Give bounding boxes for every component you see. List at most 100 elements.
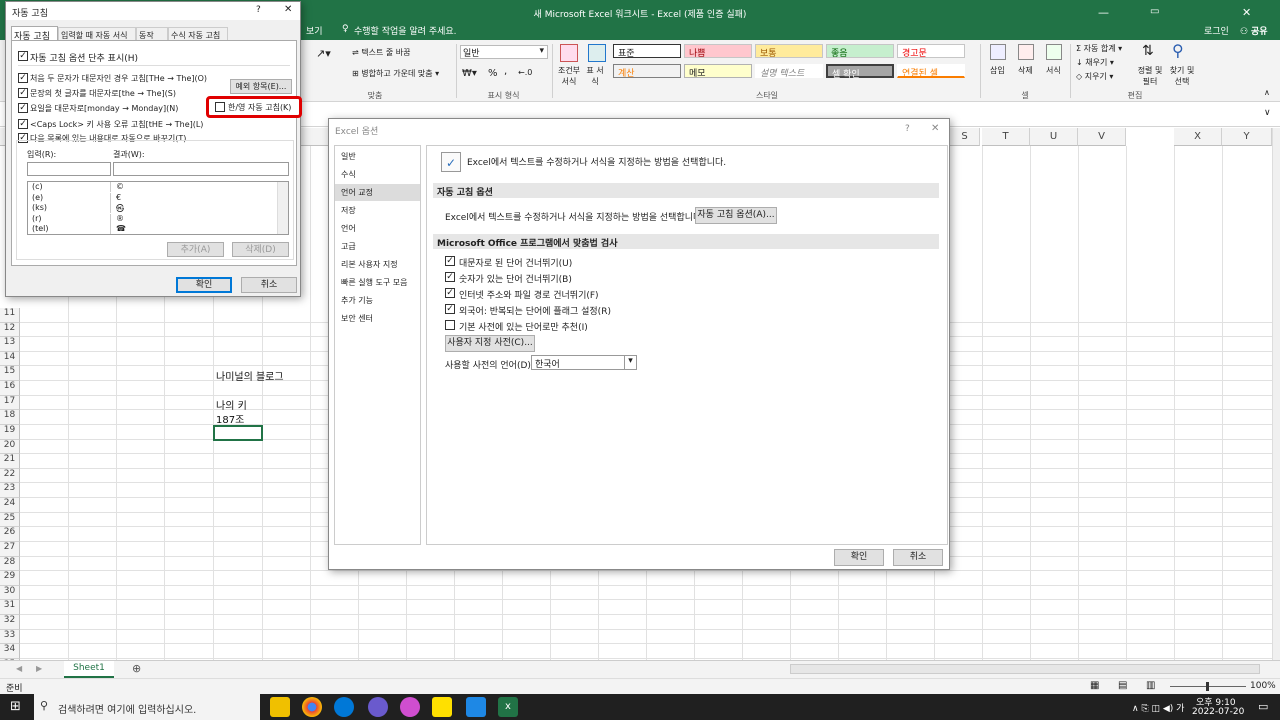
excel-icon[interactable]: x [498, 697, 518, 717]
result-field[interactable] [113, 162, 289, 176]
row-header[interactable]: 12 [0, 322, 20, 338]
style-neutral[interactable]: 보통 [755, 44, 823, 59]
notification-icon[interactable]: ▭ [1258, 700, 1268, 713]
minimize-icon[interactable]: — [1098, 6, 1109, 19]
caps-lock-checkbox[interactable]: ✓ [18, 119, 28, 129]
tab-autocorrect[interactable]: 자동 고침 [11, 26, 58, 42]
row-header[interactable]: 20 [0, 439, 20, 455]
row-header[interactable]: 11 [0, 308, 20, 323]
row-header[interactable]: 30 [0, 585, 20, 601]
merge-center-button[interactable]: ⊞ 병합하고 가운데 맞춤 ▾ [352, 68, 439, 79]
style-normal[interactable]: 표준 [613, 44, 681, 59]
delete-icon[interactable] [1018, 44, 1034, 60]
prev-sheet-icon[interactable]: ◀ [16, 664, 22, 673]
table-format-icon[interactable] [588, 44, 606, 62]
two-caps-checkbox[interactable]: ✓ [18, 73, 28, 83]
horizontal-scrollbar[interactable] [790, 664, 1260, 674]
row-header[interactable]: 14 [0, 351, 20, 367]
delete-button[interactable]: 삭제 [1018, 65, 1033, 76]
wrap-text-button[interactable]: ⇌ 텍스트 줄 바꿈 [352, 47, 411, 58]
tray-icons[interactable]: ∧ ⎘ ◫ ◀) 가 [1132, 701, 1184, 714]
app-icon[interactable] [466, 697, 486, 717]
orientation-icon[interactable]: ↗▾ [316, 47, 331, 60]
sheet-tab[interactable]: Sheet1 [64, 661, 114, 678]
share-button[interactable]: ⚇ 공유 [1240, 24, 1268, 37]
add-sheet-icon[interactable]: ⊕ [132, 662, 141, 675]
row-header[interactable]: 18 [0, 410, 20, 425]
nav-item[interactable]: 추가 기능 [335, 292, 420, 309]
col-header[interactable]: U [1030, 128, 1078, 146]
add-button[interactable]: 추가(A) [167, 242, 224, 257]
nav-item[interactable]: 언어 교정 [335, 184, 420, 201]
row-header[interactable]: 31 [0, 600, 20, 615]
expand-formula-icon[interactable]: ∨ [1264, 108, 1271, 118]
options-help-icon[interactable]: ? [905, 124, 910, 134]
nav-item[interactable]: 고급 [335, 238, 420, 255]
cond-format-icon[interactable] [560, 44, 578, 62]
tab-autoformat[interactable]: 입력할 때 자동 서식 [58, 27, 136, 41]
options-cancel-button[interactable]: 취소 [893, 549, 943, 566]
row-header[interactable]: 32 [0, 615, 20, 630]
list-scrollbar[interactable] [277, 182, 288, 234]
list-item[interactable]: (c) © [28, 182, 276, 192]
format-icon[interactable] [1046, 44, 1062, 60]
col-header[interactable]: S [950, 128, 980, 146]
insert-icon[interactable] [990, 44, 1006, 60]
options-close-icon[interactable]: ✕ [931, 123, 939, 134]
login-link[interactable]: 로그인 [1204, 24, 1229, 37]
row-header[interactable]: 33 [0, 629, 20, 645]
table-format-button[interactable]: 표 서식 [584, 65, 606, 87]
list-item[interactable]: (r) ® [28, 213, 276, 224]
row-header[interactable]: 23 [0, 483, 20, 499]
dict-lang-select[interactable]: 한국어 ▾ [531, 355, 637, 370]
nav-item[interactable]: 저장 [335, 202, 420, 219]
collapse-ribbon-icon[interactable]: ∧ [1264, 88, 1270, 97]
row-header[interactable]: 13 [0, 337, 20, 352]
skip-uppercase-checkbox[interactable]: ✓ [445, 256, 455, 266]
next-sheet-icon[interactable]: ▶ [36, 664, 42, 673]
style-linked[interactable]: 연결된 셀 [897, 64, 965, 79]
whale-icon[interactable] [400, 697, 420, 717]
tab-actions[interactable]: 동작 [136, 27, 168, 41]
input-field[interactable] [27, 162, 111, 176]
selected-cell[interactable] [213, 425, 263, 441]
skip-numbers-checkbox[interactable]: ✓ [445, 272, 455, 282]
close-icon[interactable]: ✕ [1242, 6, 1251, 19]
row-header[interactable]: 27 [0, 541, 20, 557]
list-item[interactable]: (tel) ☎ [28, 224, 276, 234]
sort-filter-button[interactable]: 정렬 및 필터 [1136, 65, 1164, 87]
windows-start-icon[interactable]: ⊞ [10, 699, 21, 714]
app-icon[interactable] [368, 697, 388, 717]
col-header[interactable]: T [982, 128, 1030, 146]
find-icon[interactable]: ⚲ [1172, 41, 1184, 60]
autocorrect-cancel-button[interactable]: 취소 [241, 277, 297, 293]
restore-icon[interactable]: ▭ [1150, 6, 1159, 17]
first-letter-checkbox[interactable]: ✓ [18, 88, 28, 98]
show-buttons-checkbox[interactable]: ✓ [18, 51, 28, 61]
autocorrect-options-button[interactable]: 자동 고침 옵션(A)... [695, 207, 777, 224]
style-good[interactable]: 좋음 [826, 44, 894, 59]
kakaotalk-icon[interactable] [432, 697, 452, 717]
number-format-select[interactable]: 일반 ▾ [460, 45, 548, 59]
tell-me-box[interactable]: 수행할 작업을 알려 주세요. [354, 24, 457, 37]
row-header[interactable]: 34 [0, 644, 20, 659]
nav-item[interactable]: 일반 [335, 148, 420, 165]
replace-list[interactable]: (c) © (e) € (ks) ㉿ (r) ® (tel) ☎ [27, 181, 289, 235]
cond-format-button[interactable]: 조건부 서식 [556, 65, 582, 87]
comma-button[interactable]: , [504, 66, 507, 77]
row-header[interactable]: 21 [0, 454, 20, 469]
style-check[interactable]: 셀 확인 [826, 64, 894, 80]
day-names-checkbox[interactable]: ✓ [18, 103, 28, 113]
exceptions-button[interactable]: 예외 항목(E)... [230, 79, 292, 94]
sort-filter-icon[interactable]: ⇅ [1142, 43, 1154, 59]
row-header[interactable]: 19 [0, 424, 20, 440]
nav-item[interactable]: 빠른 실행 도구 모음 [335, 274, 420, 291]
autocorrect-close-icon[interactable]: ✕ [284, 4, 292, 15]
style-calc[interactable]: 계산 [613, 64, 681, 79]
col-header[interactable]: V [1078, 128, 1126, 146]
nav-item[interactable]: 보안 센터 [335, 310, 420, 327]
row-header[interactable]: 29 [0, 571, 20, 586]
style-bad[interactable]: 나쁨 [684, 44, 752, 59]
nav-item[interactable]: 언어 [335, 220, 420, 237]
page-break-icon[interactable]: ▥ [1146, 680, 1155, 691]
